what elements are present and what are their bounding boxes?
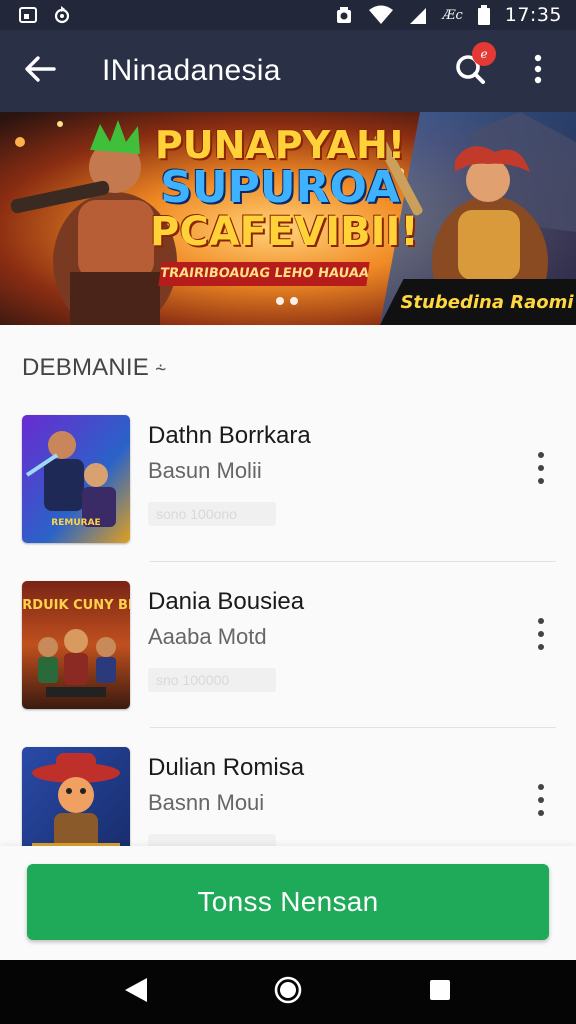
nav-back-icon [123, 976, 149, 1009]
game-meta-chip: sono 100ono [148, 502, 276, 526]
section-info-icon[interactable]: ⸞ [155, 355, 167, 382]
nav-recents-icon [428, 978, 452, 1007]
gallery-icon [18, 5, 38, 25]
item-more-button[interactable] [526, 448, 556, 492]
banner-headline-line2: SUPUROA [160, 162, 400, 213]
banner-page-indicator [276, 297, 298, 305]
status-time: 17:35 [504, 4, 562, 26]
promo-banner[interactable]: PUNAPYAH! SUPUROA PCAFEVIBII! TRAIRIBOAU… [0, 112, 576, 325]
primary-action-button[interactable]: Tonss Nensan [27, 864, 549, 940]
app-screen: Æc 17:35 INinadanesia e PUNAPYAH! SUPURO… [0, 0, 576, 1024]
carrier-label: Æc [442, 7, 463, 23]
status-bar: Æc 17:35 [0, 0, 576, 30]
more-vertical-icon [533, 54, 543, 89]
list-item[interactable]: MORDUIK CUNY BIAN Dania Bousiea Aaaba Mo… [0, 562, 576, 728]
banner-dot[interactable] [290, 297, 298, 305]
back-button[interactable] [0, 30, 80, 112]
thumb-caption: REMURAE [51, 518, 100, 528]
status-left [18, 5, 72, 25]
notification-badge: e [472, 42, 496, 66]
more-options-button[interactable] [518, 30, 558, 112]
game-title: Dulian Romisa [148, 754, 305, 781]
more-vertical-icon [537, 782, 545, 823]
banner-cta[interactable]: Stubedina Raomi [380, 279, 576, 325]
game-thumbnail: MORDUIK CUNY BIAN [22, 581, 130, 709]
game-subtitle: Basnn Moui [148, 790, 265, 815]
nav-home-icon [273, 975, 303, 1010]
banner-dot[interactable] [276, 297, 284, 305]
nav-recents-button[interactable] [410, 962, 470, 1022]
game-list: REMURAE Dathn Borrkara Basun Molii sono … [0, 396, 576, 894]
back-arrow-icon [24, 55, 56, 88]
banner-headline-line1: PUNAPYAH! [154, 123, 406, 167]
section-header: DEBMANIE ⸞ [22, 354, 167, 382]
game-subtitle: Basun Molii [148, 458, 262, 483]
game-subtitle: Aaaba Motd [148, 624, 267, 649]
thumb-caption: MORDUIK CUNY BIAN [22, 598, 130, 613]
app-title: INinadanesia [102, 54, 281, 87]
item-more-button[interactable] [526, 780, 556, 824]
nav-back-button[interactable] [106, 962, 166, 1022]
list-item[interactable]: REMURAE Dathn Borrkara Basun Molii sono … [0, 396, 576, 562]
camera-icon [334, 5, 354, 25]
wifi-icon [368, 5, 394, 25]
more-vertical-icon [537, 616, 545, 657]
game-title: Dathn Borrkara [148, 422, 311, 449]
section-title: DEBMANIE [22, 354, 149, 381]
app-bar: INinadanesia e [0, 30, 576, 112]
battery-icon [477, 5, 491, 25]
signal-icon [408, 5, 428, 25]
game-thumbnail: REMURAE [22, 415, 130, 543]
system-nav-bar [0, 960, 576, 1024]
more-vertical-icon [537, 450, 545, 491]
game-title: Dania Bousiea [148, 588, 305, 615]
bottom-action-area: Tonss Nensan [0, 846, 576, 960]
banner-headline: PUNAPYAH! SUPUROA PCAFEVIBII! [150, 123, 419, 255]
banner-headline-line3: PCAFEVIBII! [150, 209, 419, 255]
search-button[interactable]: e [440, 30, 500, 112]
nav-home-button[interactable] [258, 962, 318, 1022]
banner-tagline: TRAIRIBOAUAG LEHO HAUAA [158, 262, 370, 286]
item-more-button[interactable] [526, 614, 556, 658]
sync-icon [52, 5, 72, 25]
game-meta-chip: sno 100000 [148, 668, 276, 692]
status-right: Æc 17:35 [334, 4, 562, 26]
